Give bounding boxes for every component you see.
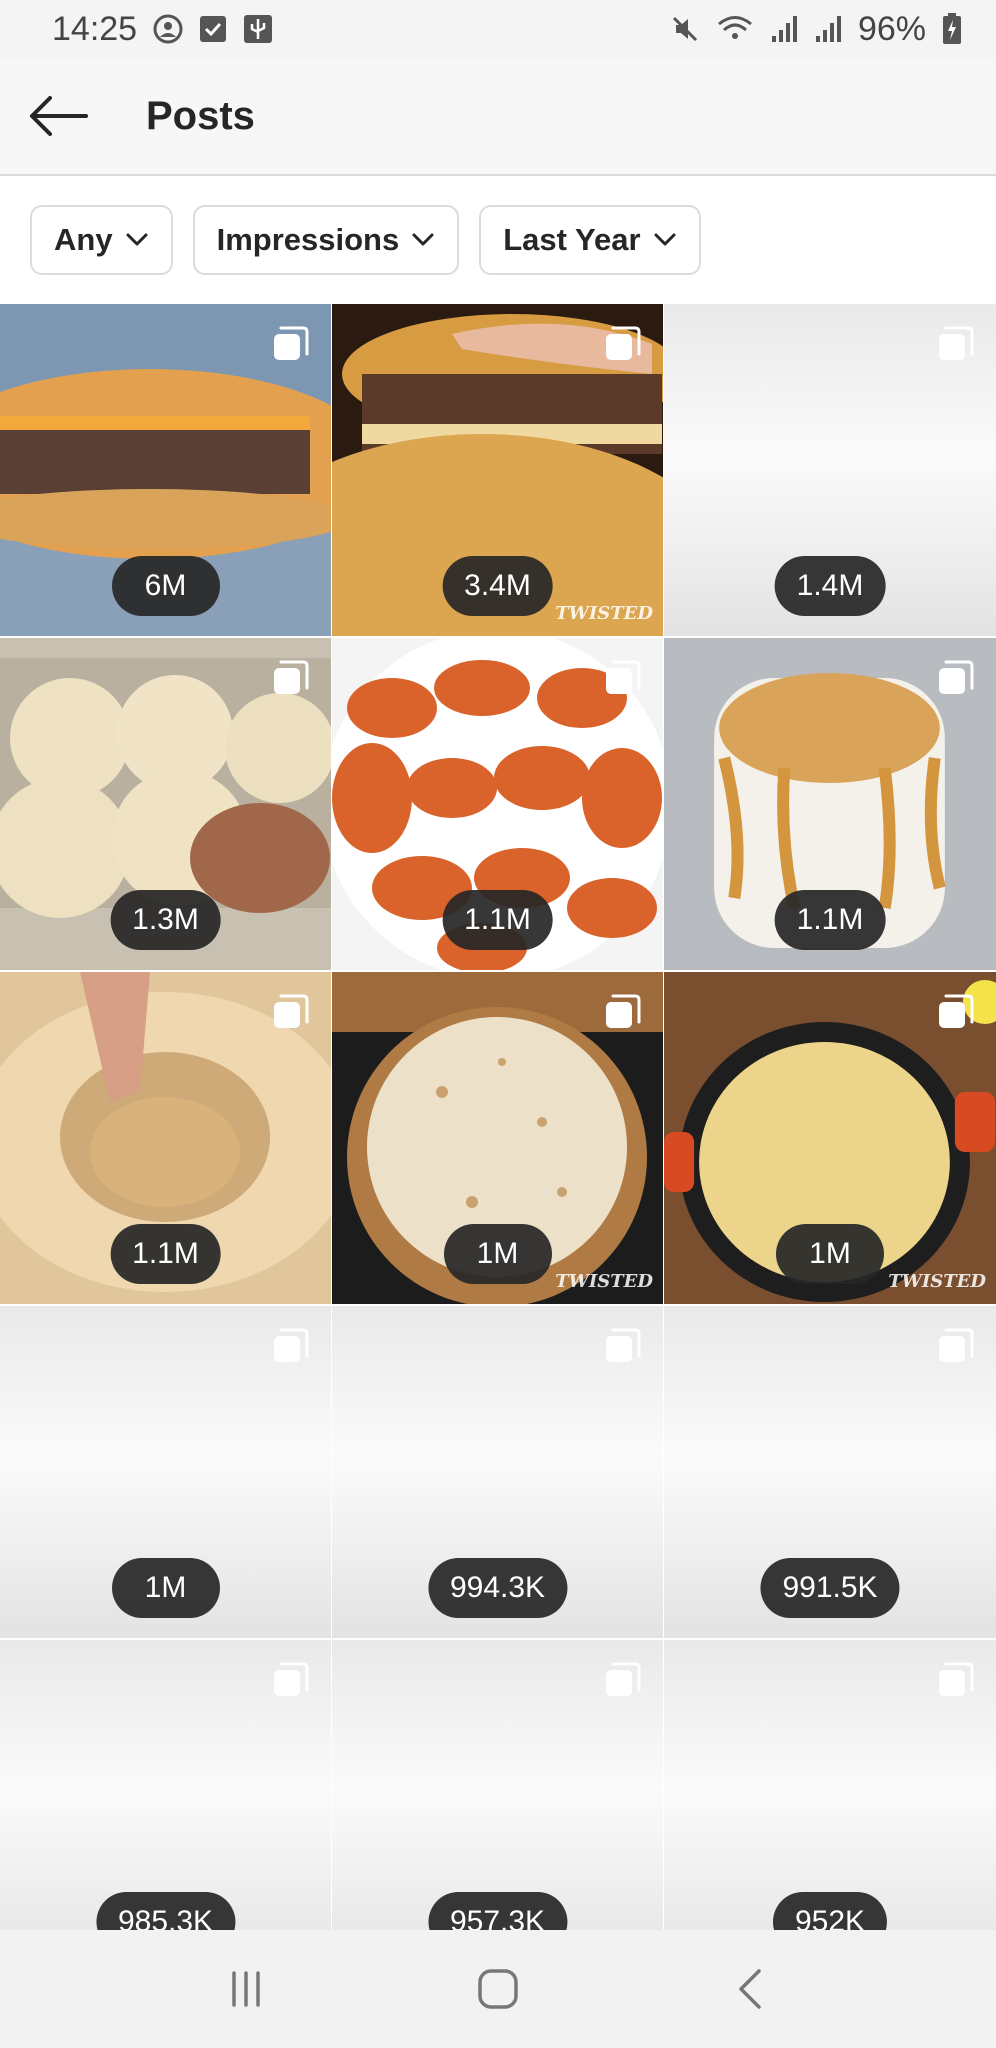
chevron-down-icon	[126, 233, 148, 246]
signal-icon	[771, 16, 797, 42]
recent-apps-icon	[232, 1971, 260, 2007]
impressions-badge: 1M	[776, 1224, 884, 1284]
impressions-badge: 6M	[111, 556, 220, 616]
multiple-items-icon	[939, 1662, 974, 1696]
page-title: Posts	[146, 93, 255, 138]
back-button[interactable]	[0, 57, 116, 175]
system-nav-bar	[0, 1930, 996, 2048]
signal-icon	[815, 16, 841, 42]
multiple-items-icon	[274, 1328, 309, 1362]
impressions-badge: 1M	[111, 1558, 220, 1618]
impressions-badge: 991.5K	[760, 1558, 900, 1618]
watermark: TWISTED	[888, 1271, 986, 1292]
impressions-badge: 994.3K	[427, 1558, 568, 1618]
multiple-items-icon	[606, 1328, 641, 1362]
impressions-badge: 952K	[772, 1892, 888, 1930]
home-icon	[478, 1969, 518, 2009]
watermark: TWISTED	[555, 1271, 653, 1292]
post-tile[interactable]: 1.1M	[0, 972, 331, 1304]
battery-charging-icon	[943, 13, 961, 44]
post-tile[interactable]: 991.5K	[664, 1306, 996, 1638]
posts-grid: 6M TWISTED 3.4M 1.4M 1.3M 1.1M 1.1M 1.1M…	[0, 304, 996, 1930]
post-tile[interactable]: 1.3M	[0, 638, 331, 970]
post-tile[interactable]: TWISTED 1M	[332, 972, 663, 1304]
post-tile[interactable]: 957.3K	[332, 1640, 663, 1930]
multiple-items-icon	[274, 1662, 309, 1696]
multiple-items-icon	[939, 326, 974, 360]
app-header: Posts	[0, 58, 996, 176]
clock: 14:25	[52, 9, 138, 48]
post-tile[interactable]: TWISTED 1M	[664, 972, 996, 1304]
recent-apps-button[interactable]	[186, 1939, 306, 2039]
filter-chip[interactable]: Last Year	[479, 205, 701, 275]
impressions-badge: 985.3K	[95, 1892, 236, 1930]
multiple-items-icon	[939, 660, 974, 694]
filter-chip[interactable]: Impressions	[192, 205, 460, 275]
post-tile[interactable]: 985.3K	[0, 1640, 331, 1930]
usb-icon	[244, 15, 273, 43]
filter-chip-label: Any	[54, 222, 113, 257]
status-right: 96%	[670, 10, 962, 49]
multiple-items-icon	[939, 1328, 974, 1362]
impressions-badge: 957.3K	[427, 1892, 568, 1930]
face-icon	[153, 14, 183, 44]
impressions-badge: 1.1M	[110, 1224, 221, 1284]
multiple-items-icon	[606, 660, 641, 694]
chevron-down-icon	[412, 233, 434, 246]
post-tile[interactable]: 1.4M	[664, 304, 996, 636]
post-tile[interactable]: 994.3K	[332, 1306, 663, 1638]
mute-icon	[672, 16, 697, 42]
nav-back-button[interactable]	[690, 1939, 810, 2039]
checkbox-icon	[200, 16, 227, 42]
back-icon	[739, 1969, 761, 2009]
multiple-items-icon	[274, 660, 309, 694]
filter-bar: Any Impressions Last Year	[0, 176, 996, 304]
multiple-items-icon	[274, 326, 309, 360]
battery-percent: 96%	[857, 9, 926, 48]
chevron-down-icon	[654, 233, 676, 246]
post-tile[interactable]: 952K	[664, 1640, 996, 1930]
impressions-badge: 1.4M	[774, 556, 886, 616]
post-tile[interactable]: 6M	[0, 304, 331, 636]
home-button[interactable]	[438, 1939, 558, 2039]
watermark: TWISTED	[555, 603, 653, 624]
impressions-badge: 1M	[443, 1224, 552, 1284]
post-tile[interactable]: 1M	[0, 1306, 331, 1638]
status-left: 14:25	[52, 10, 273, 49]
arrow-left-icon	[30, 96, 88, 136]
multiple-items-icon	[939, 994, 974, 1028]
post-tile[interactable]: TWISTED 3.4M	[332, 304, 663, 636]
impressions-badge: 1.1M	[442, 890, 553, 950]
status-bar: 14:25 96%	[0, 0, 996, 58]
impressions-badge: 3.4M	[442, 556, 553, 616]
wifi-icon	[717, 16, 752, 39]
post-tile[interactable]: 1.1M	[332, 638, 663, 970]
multiple-items-icon	[606, 326, 641, 360]
multiple-items-icon	[606, 994, 641, 1028]
multiple-items-icon	[274, 994, 309, 1028]
impressions-badge: 1.1M	[774, 890, 886, 950]
multiple-items-icon	[606, 1662, 641, 1696]
filter-chip[interactable]: Any	[30, 205, 173, 275]
impressions-badge: 1.3M	[110, 890, 221, 950]
post-tile[interactable]: 1.1M	[664, 638, 996, 970]
filter-chip-label: Last Year	[503, 222, 641, 257]
filter-chip-label: Impressions	[216, 222, 400, 257]
